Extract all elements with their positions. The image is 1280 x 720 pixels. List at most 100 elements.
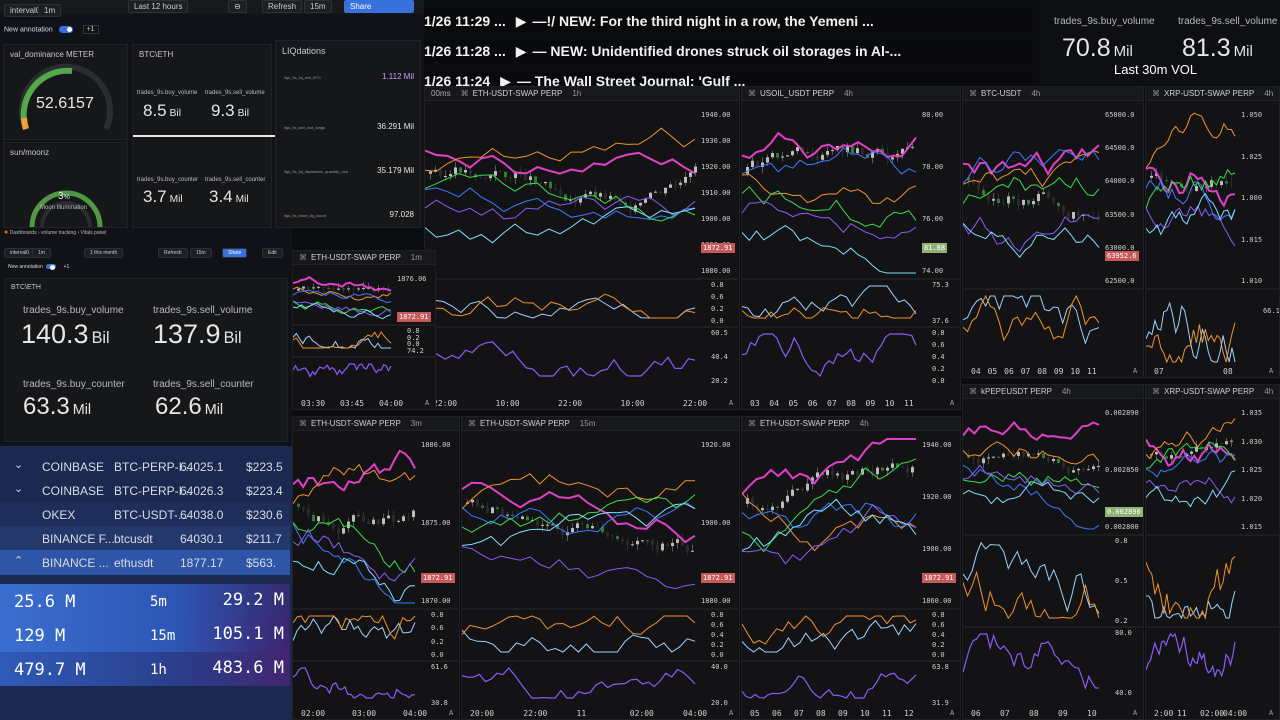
chevron-down-icon[interactable]: ⌄ [14, 458, 23, 471]
chart-pepe-4h[interactable]: ⌘ kPEPEUSDT PERP 4h 0.002890 0.002850 0.00280… [962, 384, 1144, 720]
orderbook-row[interactable]: ⌄ COINBASE BTC-PERP-I... 64026.3 $223.4 [0, 478, 290, 503]
buy-counter-label: trades_9s.buy_counter [137, 177, 199, 183]
x-tick-label: 06 [971, 709, 981, 718]
candle [766, 508, 769, 511]
candle [1195, 446, 1198, 452]
y-tick-label: 1870.00 [421, 597, 451, 605]
breadcrumb-item[interactable]: volume tracking [41, 230, 76, 236]
refresh-button[interactable]: Refresh [262, 0, 303, 13]
grafana-logo-icon[interactable]: ● [4, 229, 8, 236]
buy-volume-value: 8.5 Bil [143, 101, 181, 121]
chart-eth-4h[interactable]: ⌘ ETH-USDT-SWAP PERP 4h 1940.00 1920.00 1900.… [741, 416, 961, 720]
chart-eth-15m[interactable]: ⌘ ETH-USDT-SWAP PERP 15m 1920.00 1900.00 1880… [461, 416, 740, 720]
candle [646, 540, 649, 542]
zoom-out-icon[interactable]: ⊖ [228, 0, 247, 13]
y-tick-label: 1880.00 [701, 267, 731, 275]
moving-average-line [1146, 204, 1236, 247]
share-button[interactable]: Share [222, 248, 248, 258]
chevron-up-icon[interactable]: ⌃ [14, 554, 23, 567]
moving-average-line [1146, 470, 1236, 508]
refresh-button[interactable]: Refresh [158, 248, 188, 258]
auto-scale-toggle[interactable]: A [1133, 367, 1137, 375]
value-unit: Mil [204, 402, 224, 418]
interval-variable-select[interactable]: 1m [38, 4, 62, 17]
breadcrumb-item[interactable]: Dashboards [10, 230, 37, 236]
auto-scale-toggle[interactable]: A [950, 709, 954, 717]
y-tick-label: 1.010 [1241, 277, 1263, 285]
news-item[interactable]: 1/26 11:28 ... ▶ — NEW: Unidentified drone… [424, 40, 1034, 62]
auto-scale-toggle[interactable]: A [449, 709, 453, 717]
y-tick-label: 1.025 [1241, 152, 1263, 161]
buy-counter-value: 63.3 Mil [23, 393, 91, 421]
time-range-picker[interactable]: Last 12 hours [128, 0, 189, 13]
edit-button[interactable]: Edit [262, 248, 283, 258]
auto-scale-toggle[interactable]: A [729, 399, 733, 407]
oscillator-line [425, 293, 696, 319]
plus-one-badge[interactable]: +1 [82, 25, 99, 35]
second-toolbar: interval0 1m 1 this month Refresh 15m Sh… [0, 246, 292, 260]
x-tick-label: 06 [807, 399, 818, 408]
auto-scale-toggle[interactable]: A [950, 399, 954, 407]
chart-xrp-4h-bottom[interactable]: ⌘ XRP-USDT-SWAP PERP 4h 1.035 1.030 1.025 1.02… [1145, 384, 1280, 720]
sell-volume-label: trades_9s.sell_volume [1178, 16, 1278, 27]
auto-scale-toggle[interactable]: A [1269, 709, 1273, 717]
auto-scale-toggle[interactable]: A [1133, 709, 1137, 717]
candle [776, 506, 779, 508]
y-tick-label: 1900.00 [701, 215, 731, 223]
candle [666, 543, 669, 546]
orderbook-row[interactable]: OKEX BTC-USDT-... 64038.0 $230.6 [0, 502, 290, 527]
candle [392, 515, 395, 522]
auto-scale-toggle[interactable]: A [1269, 367, 1273, 375]
annotation-toggle[interactable] [58, 26, 73, 33]
volume-row: 129 M 15m 105.1 M [0, 618, 290, 652]
chart-canvas [963, 144, 1143, 345]
candle [297, 288, 300, 291]
osc-tick-label: 0.6 [431, 624, 444, 633]
candle [982, 458, 985, 464]
osc-tick-label: 0.2 [1115, 617, 1128, 625]
refresh-interval-select[interactable]: 15m [190, 248, 212, 258]
moon-gauge-panel: sun/moonz 3% Moon Illumination [3, 142, 128, 228]
share-button[interactable]: Share [344, 0, 414, 13]
candle [1170, 455, 1173, 459]
panel-title: BTC\ETH [11, 284, 41, 291]
candle [1082, 468, 1085, 470]
moving-average-line [963, 144, 1100, 177]
time-range-picker[interactable]: 1 this month [84, 248, 124, 258]
oscillator-line [963, 570, 1100, 619]
annotation-toggle[interactable] [46, 264, 57, 271]
gauge-value: 52.6157 [36, 95, 94, 112]
interval-variable-select[interactable]: 1m [32, 248, 51, 258]
auto-scale-toggle[interactable]: A [425, 399, 429, 407]
chart-usoil-4h[interactable]: ⌘ USOIL_USDT PERP 4h 80.00 78.00 76.00 74.00 81… [741, 86, 961, 410]
chart-eth-1h[interactable]: 00ms ⌘ ETH-USDT-SWAP PERP 1h 1940.00 1930.00 1… [424, 86, 740, 410]
candle [856, 471, 859, 475]
y-tick-label: 1.020 [1241, 494, 1263, 503]
chart-btc-4h[interactable]: ⌘ BTC-USDT 4h 65000.0 64500.0 64000.0 63500.0 6… [962, 86, 1144, 378]
chart-xrp-4h-top[interactable]: ⌘ XRP-USDT-SWAP PERP 4h 1.050 1.025 1.000 1.01… [1145, 86, 1280, 378]
candle [891, 463, 894, 468]
plus-one-badge[interactable]: +1 [64, 264, 70, 270]
candle [521, 516, 524, 519]
candle [992, 198, 995, 201]
orderbook-row[interactable]: ⌃ BINANCE ... ethusdt 1877.17 $563. [0, 550, 290, 575]
candle [1072, 470, 1075, 473]
liq-row-value: 97.028 [389, 210, 414, 219]
chart-eth-1m[interactable]: ⌘ ETH-USDT-SWAP PERP 1m 1876.06 1872.91 0.8 0.… [292, 250, 436, 410]
auto-scale-toggle[interactable]: A [729, 709, 733, 717]
orderbook-row[interactable]: ⌄ COINBASE BTC-PERP-I... 64025.1 $223.5 [0, 454, 290, 479]
volume-left: 25.6 M [14, 592, 76, 612]
last-price-tag: 1872.91 [922, 572, 956, 583]
breadcrumb-item[interactable]: Vitals panel [81, 230, 107, 236]
chart-eth-3m[interactable]: ⌘ ETH-USDT-SWAP PERP 3m 1880.00 1875.00 1870.… [292, 416, 460, 720]
refresh-interval-select[interactable]: 15m [304, 0, 332, 13]
osc-tick-label: 0.6 [932, 621, 945, 629]
candle [546, 524, 549, 526]
news-item[interactable]: 1/26 11:29 ... ▶ —!⁠/⁠ NEW: For the third … [424, 10, 1034, 32]
candle [317, 516, 320, 522]
orderbook-row[interactable]: BINANCE F... btcusdt 64030.1 $211.7 [0, 526, 290, 551]
candle [684, 176, 687, 183]
chevron-down-icon[interactable]: ⌄ [14, 482, 23, 495]
x-tick-label: 03:45 [340, 399, 365, 408]
symbol: BTC-USDT-... [114, 508, 188, 522]
